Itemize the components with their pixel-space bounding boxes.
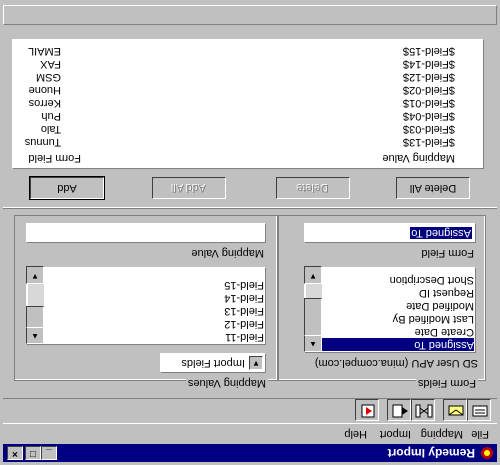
form-field-scrollbar[interactable]: ▲ ▼ xyxy=(304,266,322,352)
delete-button[interactable]: Delete xyxy=(276,177,350,199)
list-item[interactable]: Modified Date xyxy=(322,299,474,312)
list-item[interactable]: Field-13 xyxy=(44,304,264,317)
chevron-down-icon: ▼ xyxy=(252,359,260,368)
menu-mapping[interactable]: Mapping xyxy=(421,428,463,440)
list-item[interactable]: Short Description xyxy=(322,273,474,286)
toolbar xyxy=(3,398,497,424)
table-row[interactable]: $Field-04$ Puh xyxy=(13,109,481,122)
form-field-cell: Tunnus xyxy=(24,136,61,148)
minimize-button[interactable]: _ xyxy=(41,446,57,460)
table-row[interactable]: $Field-03$ Talo xyxy=(13,122,481,135)
mapping-table[interactable]: Mapping Value Form Field $Field-13$ Tunn… xyxy=(12,39,484,169)
list-item[interactable]: Field-12 xyxy=(44,317,264,330)
table-row[interactable]: $Field-15$ EMAIL xyxy=(13,44,481,57)
scroll-down-arrow-icon[interactable]: ▼ xyxy=(26,266,44,284)
table-row[interactable]: $Field-14$ FAX xyxy=(13,57,481,70)
menu-file[interactable]: File xyxy=(471,428,489,440)
list-item[interactable]: Field-15 xyxy=(44,278,264,291)
form-field-list-items: Assigned To Create Date Last Modified By… xyxy=(322,269,474,351)
form-field-cell: Talo xyxy=(40,123,61,135)
form-field-cell: Huone xyxy=(28,84,61,96)
mapping-value-cell: $Field-13$ xyxy=(403,136,455,148)
scroll-down-arrow-icon[interactable]: ▼ xyxy=(304,266,322,284)
import-fields-select[interactable]: ▼ Import Fields xyxy=(160,353,266,373)
scroll-up-arrow-icon[interactable]: ▲ xyxy=(304,334,322,352)
close-button[interactable]: × xyxy=(7,446,23,460)
add-all-button[interactable]: Add All xyxy=(152,177,226,199)
form-fields-group-title: Form Fields xyxy=(415,377,478,389)
menu-help[interactable]: Help xyxy=(344,428,367,440)
mapping-value-list-items: Field-11 Field-12 Field-13 Field-14 Fiel… xyxy=(44,269,264,343)
list-item[interactable]: Assigned To xyxy=(322,338,474,351)
mapping-table-rows: $Field-13$ Tunnus $Field-03$ Talo $Field… xyxy=(13,42,481,148)
scroll-thumb[interactable] xyxy=(304,298,322,336)
app-icon xyxy=(480,446,494,460)
form-field-cell: FAX xyxy=(40,58,61,70)
window-title: Remedy Import xyxy=(387,446,475,460)
status-bar xyxy=(3,5,497,25)
table-row[interactable]: $Field-01$ Kerros xyxy=(13,96,481,109)
mapping-value-cell: $Field-02$ xyxy=(403,84,455,96)
form-field-input[interactable]: Assigned To xyxy=(304,223,476,243)
table-row[interactable]: $Field-13$ Tunnus xyxy=(13,135,481,148)
import-fields-value: Import Fields xyxy=(181,357,245,369)
table-row[interactable]: $Field-02$ Huone xyxy=(13,83,481,96)
delete-all-button[interactable]: Delete All xyxy=(396,177,470,199)
scroll-up-arrow-icon[interactable]: ▲ xyxy=(26,326,44,344)
import-icon[interactable] xyxy=(387,399,411,421)
table-row[interactable]: $Field-12$ GSM xyxy=(13,70,481,83)
server-form-label: SD User APU (mina.compel.com) xyxy=(314,357,478,369)
mapping-values-group-title: Mapping Values xyxy=(185,377,268,389)
mapping-value-cell: $Field-01$ xyxy=(403,97,455,109)
list-item[interactable]: Create Date xyxy=(322,325,474,338)
add-button[interactable]: Add xyxy=(29,176,105,200)
list-item[interactable]: Field-14 xyxy=(44,291,264,304)
panel-divider xyxy=(3,207,497,209)
form-field-cell: EMAIL xyxy=(27,45,61,57)
mapping-table-header: Mapping Value Form Field xyxy=(13,150,481,166)
form-field-value: Assigned To xyxy=(410,227,472,239)
form-field-cell: GSM xyxy=(35,71,61,83)
form-field-cell: Kerros xyxy=(28,97,61,109)
save-mapping-icon[interactable] xyxy=(443,399,467,421)
mapping-value-cell: $Field-12$ xyxy=(403,71,455,83)
menu-bar: File Mapping Import Help xyxy=(3,425,497,443)
mapping-icon[interactable] xyxy=(411,399,435,421)
form-field-column-header[interactable]: Form Field xyxy=(28,152,81,164)
mapping-value-list[interactable]: Field-11 Field-12 Field-13 Field-14 Fiel… xyxy=(26,266,266,345)
mapping-value-label: Mapping Value xyxy=(191,247,264,259)
exit-icon[interactable] xyxy=(355,399,379,421)
mapping-value-input[interactable] xyxy=(26,223,266,243)
scroll-thumb[interactable] xyxy=(26,306,44,328)
form-field-cell: Puh xyxy=(41,110,61,122)
list-item[interactable]: Last Modified By xyxy=(322,312,474,325)
import-fields-select-button[interactable]: ▼ xyxy=(249,356,263,370)
maximize-button[interactable]: □ xyxy=(25,446,41,460)
remedy-import-window: Remedy Import _ □ × File Mapping Import … xyxy=(0,0,500,465)
open-file-icon[interactable] xyxy=(467,399,491,421)
mapping-value-scrollbar[interactable]: ▲ ▼ xyxy=(26,266,44,344)
menu-import[interactable]: Import xyxy=(380,428,411,440)
form-field-label: Form Field xyxy=(421,247,474,259)
mapping-value-cell: $Field-04$ xyxy=(403,110,455,122)
mapping-value-column-header[interactable]: Mapping Value xyxy=(382,152,455,164)
mapping-value-cell: $Field-14$ xyxy=(403,58,455,70)
mapping-value-cell: $Field-15$ xyxy=(403,45,455,57)
list-item[interactable]: Request ID xyxy=(322,286,474,299)
title-bar[interactable]: Remedy Import _ □ × xyxy=(3,444,497,462)
form-field-list[interactable]: Assigned To Create Date Last Modified By… xyxy=(304,266,476,353)
mapping-value-cell: $Field-03$ xyxy=(403,123,455,135)
list-item[interactable]: Field-11 xyxy=(44,330,264,343)
